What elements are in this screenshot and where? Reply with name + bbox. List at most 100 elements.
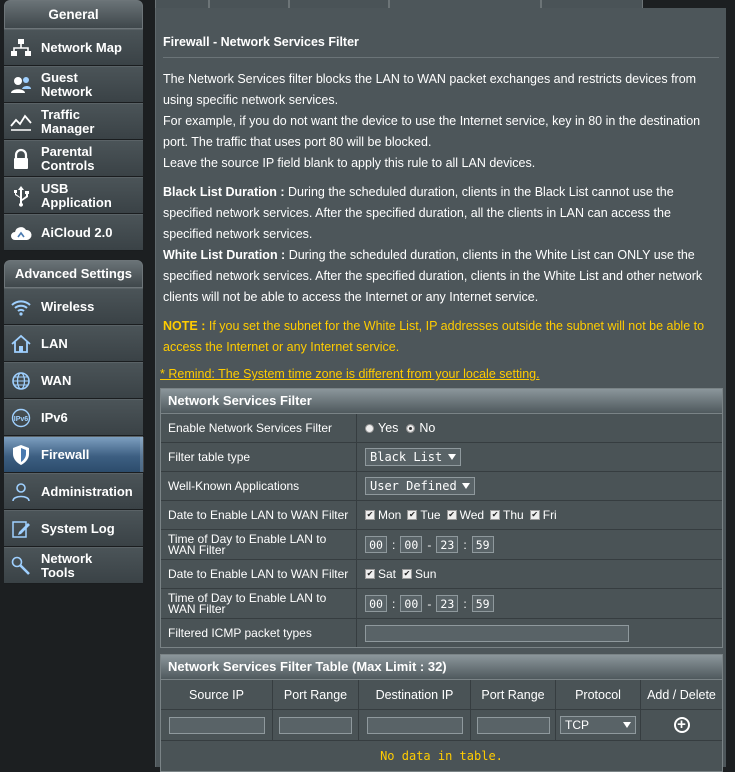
description: The Network Services filter blocks the L… [163, 69, 723, 358]
add-rule-plus-icon[interactable]: + [673, 717, 690, 733]
day-sun-checkbox[interactable]: ✔ Sun [402, 567, 436, 581]
main-panel: Firewall - Network Services Filter The N… [155, 8, 726, 772]
weekday-time-label: Time of Day to Enable LAN to WAN Filter [161, 530, 357, 559]
chevron-down-icon [623, 722, 631, 728]
protocol-select[interactable]: TCP [560, 716, 636, 734]
weekend-time-label: Time of Day to Enable LAN to WAN Filter [161, 589, 357, 618]
lock-icon [9, 147, 33, 171]
source-port-input[interactable] [279, 716, 352, 734]
weekend-date-label: Date to Enable LAN to WAN Filter [161, 560, 357, 588]
note-text: NOTE : If you set the subnet for the Whi… [163, 319, 705, 354]
desc-line-2: For example, if you do not want the devi… [163, 114, 701, 149]
traffic-manager-icon [9, 110, 33, 134]
end-hour-input[interactable]: 23 [436, 536, 459, 553]
white-list-desc: White List Duration : During the schedul… [163, 248, 703, 304]
top-tabs [155, 0, 725, 9]
col-source-ip: Source IP [161, 680, 273, 709]
filter-rules-header: Network Services Filter Table (Max Limit… [161, 655, 722, 680]
title-divider [163, 57, 719, 58]
sidebar: General Network Map Guest Network Traffi… [4, 0, 144, 584]
day-fri-checkbox[interactable]: ✔ Fri [529, 508, 557, 522]
day-wed-checkbox[interactable]: ✔ Wed [446, 508, 484, 522]
filter-type-select[interactable]: Black List [365, 448, 461, 466]
aicloud-icon [9, 221, 33, 245]
weekday-time-row: Time of Day to Enable LAN to WAN Filter … [161, 530, 722, 560]
usb-application-icon [9, 184, 33, 208]
day-thu-checkbox[interactable]: ✔ Thu [490, 508, 524, 522]
advanced-group-title: Advanced Settings [4, 260, 143, 288]
sidebar-item-firewall[interactable]: Firewall [4, 436, 144, 473]
svg-text:IPv6: IPv6 [14, 416, 29, 423]
home-icon [9, 332, 33, 356]
sidebar-item-wan[interactable]: WAN [4, 362, 143, 399]
enable-yes-radio[interactable]: Yes [365, 421, 398, 435]
black-list-desc: Black List Duration : During the schedul… [163, 185, 674, 241]
col-port-range-src: Port Range [273, 680, 359, 709]
enable-filter-row: Enable Network Services Filter Yes No [161, 414, 722, 443]
chevron-down-icon [448, 454, 456, 460]
globe-icon [9, 369, 33, 393]
weekend-time-row: Time of Day to Enable LAN to WAN Filter … [161, 589, 722, 619]
col-protocol: Protocol [556, 680, 641, 709]
user-icon [9, 480, 33, 504]
shield-icon [9, 443, 33, 467]
sidebar-item-administration[interactable]: Administration [4, 473, 143, 510]
destination-port-input[interactable] [476, 716, 550, 734]
well-known-apps-label: Well-Known Applications [161, 472, 357, 500]
filter-type-row: Filter table type Black List [161, 443, 722, 472]
network-services-filter-table: Network Services Filter Enable Network S… [160, 388, 723, 648]
ipv6-icon: IPv6 [9, 406, 33, 430]
source-ip-input[interactable] [168, 716, 265, 734]
well-known-apps-row: Well-Known Applications User Defined [161, 472, 722, 501]
sidebar-item-guest-network[interactable]: Guest Network [4, 66, 143, 103]
col-port-range-dst: Port Range [471, 680, 556, 709]
icmp-row: Filtered ICMP packet types [161, 619, 722, 647]
filter-rules-columns: Source IP Port Range Destination IP Port… [161, 680, 722, 710]
sidebar-item-wireless[interactable]: Wireless [4, 288, 143, 325]
general-group-title: General [4, 0, 143, 29]
enable-filter-label: Enable Network Services Filter [161, 414, 357, 442]
weekend-end-minute-input[interactable]: 59 [471, 595, 494, 612]
start-hour-input[interactable]: 00 [365, 536, 387, 553]
desc-line-3: Leave the source IP field blank to apply… [163, 156, 536, 170]
sidebar-item-network-map[interactable]: Network Map [4, 29, 143, 66]
enable-no-radio[interactable]: No [406, 421, 435, 435]
destination-ip-input[interactable] [366, 716, 463, 734]
page-title: Firewall - Network Services Filter [163, 35, 359, 49]
filter-rules-table: Network Services Filter Table (Max Limit… [160, 654, 723, 772]
edit-log-icon [9, 517, 33, 541]
chevron-down-icon [462, 483, 470, 489]
end-minute-input[interactable]: 59 [471, 536, 494, 553]
desc-line-1: The Network Services filter blocks the L… [163, 72, 697, 107]
day-tue-checkbox[interactable]: ✔ Tue [407, 508, 441, 522]
day-mon-checkbox[interactable]: ✔ Mon [365, 508, 401, 522]
wrench-icon [9, 554, 33, 578]
sidebar-item-aicloud[interactable]: AiCloud 2.0 [4, 214, 143, 251]
filter-type-label: Filter table type [161, 443, 357, 471]
start-minute-input[interactable]: 00 [400, 536, 423, 553]
sidebar-item-ipv6[interactable]: IPv6 IPv6 [4, 399, 143, 436]
day-sat-checkbox[interactable]: ✔ Sat [365, 567, 396, 581]
weekday-row: Date to Enable LAN to WAN Filter ✔ Mon ✔ T… [161, 501, 722, 530]
timezone-remind-link[interactable]: * Remind: The System time zone is differ… [160, 367, 540, 381]
new-rule-row: TCP + [161, 710, 722, 741]
weekday-date-label: Date to Enable LAN to WAN Filter [161, 501, 357, 529]
wireless-icon [9, 295, 33, 319]
sidebar-item-parental-controls[interactable]: Parental Controls [4, 140, 143, 177]
sidebar-item-system-log[interactable]: System Log [4, 510, 143, 547]
weekend-row: Date to Enable LAN to WAN Filter ✔ Sat ✔ S… [161, 560, 722, 589]
well-known-apps-select[interactable]: User Defined [365, 477, 475, 495]
col-add-delete: Add / Delete [647, 687, 716, 702]
sidebar-item-usb-application[interactable]: USB Application [4, 177, 143, 214]
weekend-start-hour-input[interactable]: 00 [365, 595, 387, 612]
sidebar-item-traffic-manager[interactable]: Traffic Manager [4, 103, 143, 140]
icmp-label: Filtered ICMP packet types [161, 619, 357, 647]
icmp-input[interactable] [365, 624, 629, 642]
sidebar-item-lan[interactable]: LAN [4, 325, 143, 362]
weekend-end-hour-input[interactable]: 23 [436, 595, 459, 612]
guest-network-icon [9, 73, 33, 97]
weekend-start-minute-input[interactable]: 00 [400, 595, 423, 612]
col-destination-ip: Destination IP [359, 680, 471, 709]
network-map-icon [9, 36, 33, 60]
sidebar-item-network-tools[interactable]: Network Tools [4, 547, 143, 584]
